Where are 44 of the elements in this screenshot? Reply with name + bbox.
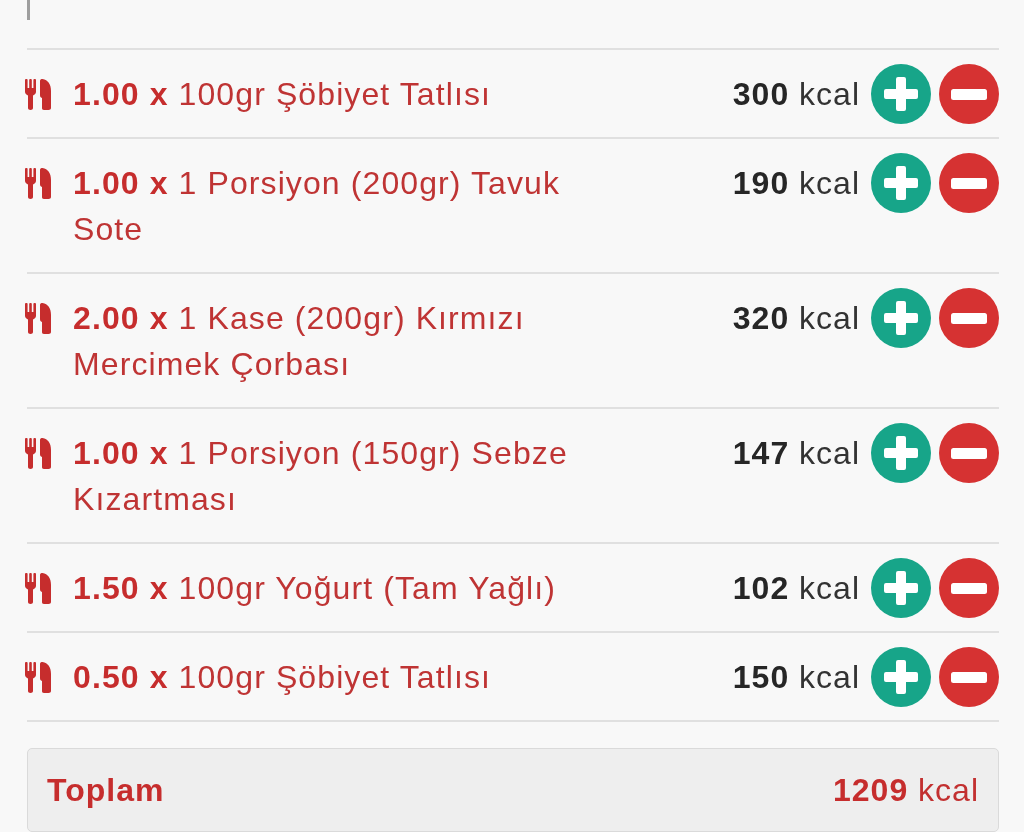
minus-icon <box>951 312 987 324</box>
minus-icon <box>951 447 987 459</box>
remove-button[interactable] <box>939 153 999 213</box>
food-entry: 1.00 x 100gr Şöbiyet Tatlısı <box>73 75 493 114</box>
remove-button[interactable] <box>939 423 999 483</box>
add-button[interactable] <box>871 558 931 618</box>
plus-icon <box>884 436 918 470</box>
fork-knife-icon <box>25 79 52 110</box>
remove-button[interactable] <box>939 647 999 707</box>
minus-icon <box>951 88 987 100</box>
food-entry: 1.00 x 1 Porsiyon (150gr) Sebze Kızartması <box>73 434 569 519</box>
remove-button[interactable] <box>939 288 999 348</box>
minus-icon <box>951 671 987 683</box>
plus-icon <box>884 571 918 605</box>
add-button[interactable] <box>871 64 931 124</box>
add-button[interactable] <box>871 423 931 483</box>
plus-icon <box>884 77 918 111</box>
add-button[interactable] <box>871 153 931 213</box>
calorie-amount: 190 kcal <box>732 164 860 203</box>
total-label: Toplam <box>47 771 165 809</box>
food-entry: 0.50 x 100gr Şöbiyet Tatlısı <box>73 658 493 697</box>
fork-knife-icon <box>25 438 52 469</box>
minus-icon <box>951 582 987 594</box>
add-button[interactable] <box>871 647 931 707</box>
calorie-amount: 147 kcal <box>732 434 860 473</box>
food-entry: 1.50 x 100gr Yoğurt (Tam Yağlı) <box>73 569 557 608</box>
food-entry: 2.00 x 1 Kase (200gr) Kırmızı Mercimek Çorbası <box>73 299 526 384</box>
plus-icon <box>884 166 918 200</box>
remove-button[interactable] <box>939 558 999 618</box>
minus-icon <box>951 177 987 189</box>
total-calories: 1209 kcal <box>833 771 979 809</box>
fork-knife-icon <box>25 662 52 693</box>
calorie-amount: 300 kcal <box>732 75 860 114</box>
calorie-amount: 320 kcal <box>732 299 860 338</box>
fork-knife-icon <box>25 573 52 604</box>
fork-knife-icon <box>25 168 52 199</box>
add-button[interactable] <box>871 288 931 348</box>
plus-icon <box>884 660 918 694</box>
fork-knife-icon <box>25 303 52 334</box>
calorie-amount: 102 kcal <box>732 569 860 608</box>
calorie-amount: 150 kcal <box>732 658 860 697</box>
plus-icon <box>884 301 918 335</box>
food-entry: 1.00 x 1 Porsiyon (200gr) Tavuk Sote <box>73 164 562 249</box>
remove-button[interactable] <box>939 64 999 124</box>
